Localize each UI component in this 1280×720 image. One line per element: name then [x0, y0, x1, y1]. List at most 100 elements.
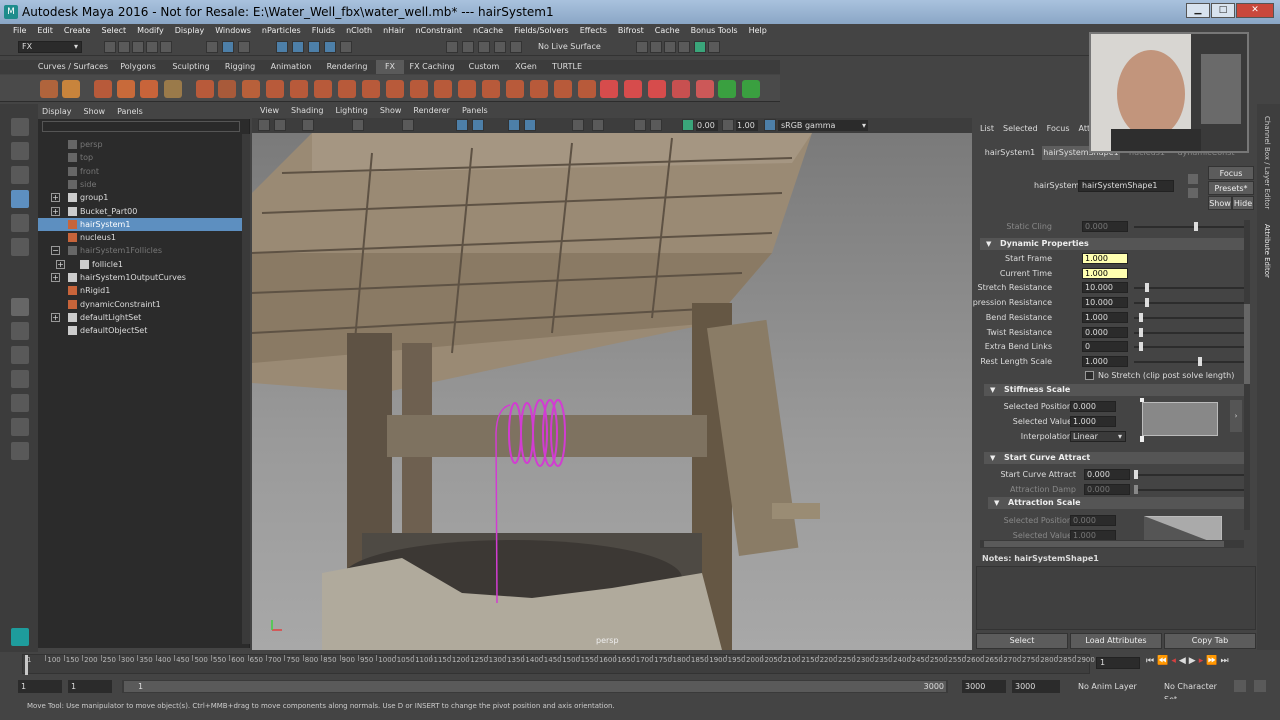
- preferences-icon[interactable]: [1254, 680, 1266, 692]
- input-ops-icon[interactable]: [478, 41, 490, 53]
- outliner-item[interactable]: side: [38, 178, 242, 191]
- new-scene-icon[interactable]: [104, 41, 116, 53]
- shelf-tab-curves-surfaces[interactable]: Curves / Surfaces: [36, 60, 110, 74]
- no-stretch-checkbox[interactable]: [1085, 371, 1094, 380]
- outliner-item[interactable]: persp: [38, 138, 242, 151]
- outliner-item[interactable]: nucleus1: [38, 231, 242, 244]
- dynamic-property-field[interactable]: 10.000: [1082, 282, 1128, 294]
- render-settings-icon[interactable]: [678, 41, 690, 53]
- scene-render[interactable]: persp: [252, 133, 972, 650]
- ambient-occlusion-icon[interactable]: [592, 119, 604, 131]
- hypershade-layout-icon[interactable]: [11, 442, 29, 460]
- shelf-tab-animation[interactable]: Animation: [268, 60, 314, 74]
- menu-select[interactable]: Select: [101, 24, 126, 38]
- tab-channel-box[interactable]: Channel Box / Layer Editor: [1263, 116, 1271, 209]
- auto-key-icon[interactable]: [1234, 680, 1246, 692]
- xray-icon[interactable]: [650, 119, 662, 131]
- nucleus-field-icon[interactable]: [338, 80, 356, 98]
- stiffness-ramp-bottom-handle[interactable]: [1140, 436, 1144, 442]
- play-forward-icon[interactable]: [718, 80, 736, 98]
- play-backward-icon[interactable]: ◀: [1179, 656, 1186, 666]
- menu-cache[interactable]: Cache: [655, 24, 680, 38]
- shelf-tab-custom[interactable]: Custom: [464, 60, 504, 74]
- dynamic-property-field[interactable]: 0.000: [1082, 326, 1128, 338]
- stiffness-selected-position-field[interactable]: 0.000: [1070, 401, 1116, 412]
- shelf-tab-xgen[interactable]: XGen: [510, 60, 542, 74]
- tearable-surface-icon[interactable]: [458, 80, 476, 98]
- persp-graph-layout-icon[interactable]: [11, 394, 29, 412]
- outliner-menu-display[interactable]: Display: [42, 104, 72, 119]
- time-slider[interactable]: 1 100 150 200 250 300 350 400 450 500 550 600 650 700…: [0, 652, 1280, 676]
- tab-attribute-editor[interactable]: Attribute Editor: [1263, 224, 1271, 278]
- animation-end-field[interactable]: 3000: [1012, 680, 1060, 693]
- output-ops-icon[interactable]: [494, 41, 506, 53]
- play-interactive-icon[interactable]: [742, 80, 760, 98]
- menu-nhair[interactable]: nHair: [383, 24, 405, 38]
- fluid-emitter-icon[interactable]: [117, 80, 135, 98]
- outliner-menu-show[interactable]: Show: [84, 104, 106, 119]
- menu-fields-solvers[interactable]: Fields/Solvers: [514, 24, 569, 38]
- goto-start-icon[interactable]: ⏮: [1146, 656, 1154, 666]
- shelf-tab-sculpting[interactable]: Sculpting: [168, 60, 214, 74]
- ae-menu-focus[interactable]: Focus: [1047, 124, 1070, 133]
- render-region-icon[interactable]: [636, 41, 648, 53]
- expand-toggle-icon[interactable]: −: [51, 246, 60, 256]
- particles-icon[interactable]: [62, 80, 80, 98]
- persp-outliner-layout-icon[interactable]: [11, 370, 29, 388]
- outliner-item[interactable]: dynamicConstraint1: [38, 298, 242, 311]
- snap-curve-icon[interactable]: [292, 41, 304, 53]
- color-space-dropdown[interactable]: sRGB gamma ▾: [778, 120, 868, 131]
- wireframe-icon[interactable]: [456, 119, 468, 131]
- dynamic-property-slider[interactable]: [1134, 312, 1244, 322]
- outliner-item[interactable]: nRigid1: [38, 284, 242, 297]
- start-curve-attract-section[interactable]: Start Curve Attract: [984, 452, 1244, 464]
- select-tool-icon[interactable]: [11, 118, 29, 136]
- bookmark-icon[interactable]: [302, 119, 314, 131]
- delete-cache-icon[interactable]: [696, 80, 714, 98]
- slider-knob[interactable]: [1144, 283, 1149, 293]
- shelf-tab-rigging[interactable]: Rigging: [220, 60, 260, 74]
- outliner-scrollbar[interactable]: [242, 134, 250, 644]
- menu-bonus-tools[interactable]: Bonus Tools: [691, 24, 738, 38]
- isolate-select-icon[interactable]: [634, 119, 646, 131]
- dynamic-property-field[interactable]: 1.000: [1082, 267, 1128, 279]
- attraction-damp-field[interactable]: 0.000: [1084, 484, 1130, 495]
- perspective-viewport[interactable]: View Shading Lighting Show Renderer Pane…: [252, 104, 972, 650]
- menu-fluids[interactable]: Fluids: [312, 24, 335, 38]
- animation-start-field[interactable]: 1: [18, 680, 62, 693]
- redo-icon[interactable]: [160, 41, 172, 53]
- ae-menu-selected[interactable]: Selected: [1003, 124, 1038, 133]
- paint-hair-icon[interactable]: [218, 80, 236, 98]
- dynamic-property-slider[interactable]: [1134, 283, 1244, 293]
- outliner-filter-field[interactable]: [42, 121, 240, 132]
- smooth-shade-icon[interactable]: [472, 119, 484, 131]
- side-by-side-layout-icon[interactable]: [11, 346, 29, 364]
- sidebar-toggle-icon[interactable]: [708, 41, 720, 53]
- ae-select-button[interactable]: Select: [976, 633, 1068, 649]
- ae-scrollbar[interactable]: [1244, 220, 1250, 530]
- construction-history-icon[interactable]: [462, 41, 474, 53]
- ae-goto-input-icon[interactable]: [1188, 174, 1198, 184]
- color-management-icon[interactable]: [764, 119, 776, 131]
- paint-select-icon[interactable]: [11, 166, 29, 184]
- create-hair-icon[interactable]: [196, 80, 214, 98]
- outliner-layout-icon[interactable]: [11, 418, 29, 436]
- goto-end-icon[interactable]: ⏭: [1220, 656, 1228, 666]
- vp-menu-renderer[interactable]: Renderer: [413, 104, 450, 118]
- exposure-field[interactable]: 0.00: [696, 120, 718, 131]
- film-gate-icon[interactable]: [402, 119, 414, 131]
- menu-ncache[interactable]: nCache: [473, 24, 503, 38]
- outliner-menu-panels[interactable]: Panels: [117, 104, 143, 119]
- select-hierarchy-icon[interactable]: [206, 41, 218, 53]
- character-set-dropdown[interactable]: No Character Set: [1150, 680, 1230, 704]
- field-icon[interactable]: [314, 80, 332, 98]
- render-current-icon[interactable]: [650, 41, 662, 53]
- history-icon[interactable]: [446, 41, 458, 53]
- slider-knob[interactable]: [1197, 356, 1202, 366]
- playback-end-field[interactable]: 3000: [962, 680, 1006, 693]
- menu-nparticles[interactable]: nParticles: [262, 24, 301, 38]
- nrigid-icon[interactable]: [266, 80, 284, 98]
- snap-grid-icon[interactable]: [276, 41, 288, 53]
- ncloth-cache-icon[interactable]: [672, 80, 690, 98]
- maya-home-icon[interactable]: [11, 628, 29, 646]
